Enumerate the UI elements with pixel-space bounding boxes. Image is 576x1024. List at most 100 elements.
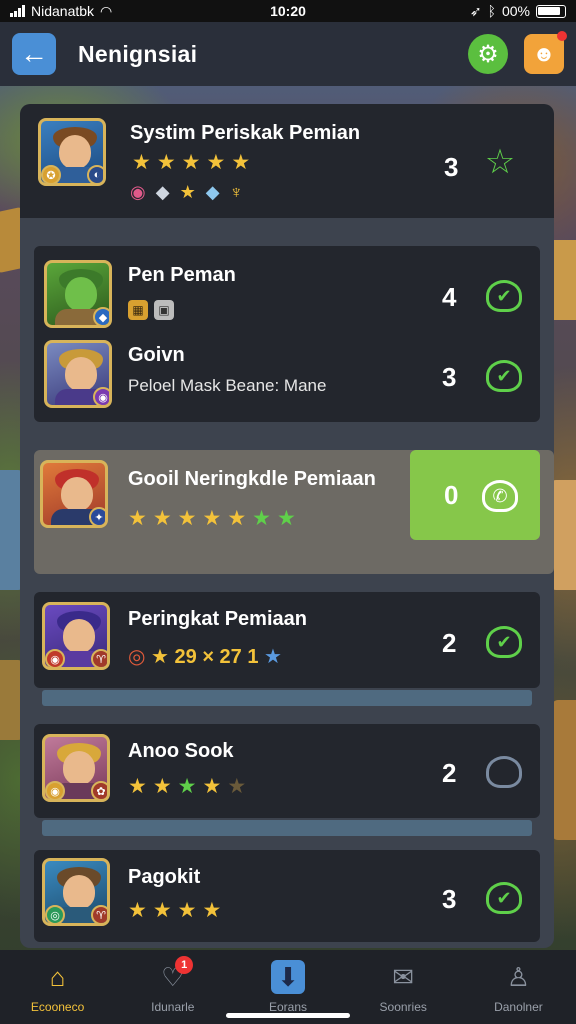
battery-percent: 00% [501, 3, 530, 19]
star-icon: ★ [231, 151, 251, 174]
star-icon: ★ [132, 151, 151, 174]
leaderboard-row[interactable]: ◉ ✿ Anoo Sook ★ ★ ★ ★ ★ 2 [34, 724, 540, 818]
status-bar: Nidanatbk ◠ 10:20 ➶ ᛒ 00% [0, 0, 576, 22]
player-avatar: ◉ ✿ [42, 734, 110, 802]
star-rating: ★ ★ ★ ★ ★ ★ ★ [128, 508, 296, 529]
star-icon: ★ [177, 507, 197, 530]
rank-count: 2 [442, 628, 457, 658]
carrier-name: Nidanatbk [31, 3, 95, 19]
rank-count: 0 [444, 480, 459, 510]
rank-count: 2 [442, 758, 457, 788]
settings-button[interactable]: ⚙ [468, 34, 508, 74]
nav-label: Idunarle [151, 1000, 195, 1014]
profile-icon: ☻ [532, 41, 556, 66]
gem-row: ◉ ◆ ★ ◆ ♆ [130, 182, 243, 203]
home-icon: ⌂ [49, 961, 66, 992]
star-icon: ★ [177, 775, 197, 798]
star-icon: ★ [276, 507, 296, 530]
star-icon: ★ [227, 775, 247, 798]
star-icon: ★ [128, 507, 147, 530]
player-avatar: ◉ ♈ [42, 602, 110, 670]
player-name: Pen Pеman [128, 264, 236, 286]
notification-badge: 1 [175, 956, 194, 974]
player-avatar: ◉ [44, 340, 112, 408]
leaderboard-row[interactable]: ◎ ♈ Pagokit ★ ★ ★ ★ 3 ✔ [34, 850, 540, 942]
home-indicator[interactable] [226, 1013, 350, 1018]
star-rating: ★ ★ ★ ★ ★ [132, 152, 250, 173]
player-name: Systim Periskak Pemian [130, 122, 361, 144]
star-icon: ★ [202, 899, 222, 922]
back-button[interactable]: ← [12, 33, 56, 75]
rank-count: 3 [442, 884, 457, 914]
gem-icon: ◉ [130, 182, 146, 202]
divider [42, 820, 532, 836]
check-heart-icon[interactable]: ✔ [486, 360, 522, 392]
nav-label: Danolner [494, 1000, 543, 1014]
location-icon: ➶ [469, 2, 482, 19]
star-icon: ★ [202, 507, 222, 530]
player-name: Pagokit [128, 866, 201, 888]
leaderboard-row[interactable]: ◆ Pen Pеman ▦ ▣ 4 ✔ [34, 246, 540, 334]
heart-outline-icon[interactable] [486, 756, 522, 788]
nav-label: Eorans [268, 1000, 308, 1014]
star-icon: ★ [227, 507, 247, 530]
player-name: Peringkat Pemiaan [128, 608, 307, 630]
user-icon: ♙ [506, 961, 531, 992]
nav-item-chat[interactable]: ♡ 1 Idunarle [115, 950, 230, 1024]
leaderboard-row[interactable]: ◉ ♈ Peringkat Pemiaan ◎ ★ 29 × 27 1 ★ 2 … [34, 592, 540, 688]
app-header: ← Nenignsiai ⚙ ☻ [0, 22, 576, 86]
star-icon: ★ [152, 507, 172, 530]
leaderboard-row[interactable]: ✪ ◐ Systim Periskak Pemian ★ ★ ★ ★ ★ ◉ ◆… [20, 104, 554, 218]
nav-item-home[interactable]: ⌂ Ecooneco [0, 950, 115, 1024]
chat-bubble-icon[interactable]: ✆ [482, 480, 518, 512]
star-rating: ★ ★ ★ ★ [128, 900, 221, 921]
star-icon: ★ [181, 151, 201, 174]
check-heart-icon[interactable]: ✔ [486, 280, 522, 312]
back-arrow-icon: ← [20, 38, 48, 69]
rank-count: 4 [442, 282, 457, 312]
gem-icon: ◆ [155, 182, 170, 202]
star-outline-icon[interactable]: ☆ [482, 143, 518, 181]
status-time: 10:20 [270, 3, 306, 19]
star-icon: ★ [156, 151, 176, 174]
player-avatar: ✦ [40, 460, 108, 528]
star-icon: ★ [128, 775, 147, 798]
rating-value: 29 × 27 1 [174, 646, 259, 668]
player-avatar: ✪ ◐ [38, 118, 106, 186]
profile-button[interactable]: ☻ [524, 31, 567, 74]
item-icon: ▦ [128, 300, 148, 320]
player-avatar: ◆ [44, 260, 112, 328]
rank-count: 3 [444, 152, 459, 182]
wifi-icon: ◠ [100, 2, 113, 19]
highlight-score-box[interactable]: 0 ✆ [410, 450, 540, 540]
star-icon: ★ [252, 507, 271, 530]
gem-icon: ♆ [229, 182, 244, 202]
star-icon: ★ [151, 646, 169, 668]
nav-label: Ecooneco [30, 1000, 85, 1014]
rating-icon: ◎ [128, 646, 146, 668]
check-heart-icon[interactable]: ✔ [486, 882, 522, 914]
page-title: Nenignsiai [78, 40, 198, 67]
star-icon: ★ [177, 899, 197, 922]
leaderboard-row-highlighted[interactable]: ✦ Gooil Neringkdle Pemiaan ★ ★ ★ ★ ★ ★ ★… [34, 450, 554, 574]
star-icon: ★ [202, 775, 222, 798]
divider [42, 690, 532, 706]
nav-label: Soonries [379, 1000, 427, 1014]
star-icon: ★ [128, 899, 147, 922]
nav-item-user[interactable]: ♙ Danolner [461, 950, 576, 1024]
rank-count: 3 [442, 362, 457, 392]
star-rating: ★ ★ ★ ★ ★ [128, 776, 246, 797]
star-icon: ★ [264, 646, 282, 668]
player-subtext: Peloel Mask Beane: Mane [128, 376, 327, 395]
nav-item-mail[interactable]: ✉ Soonries [346, 950, 461, 1024]
gem-icon: ★ [179, 182, 196, 202]
download-icon: ⬇ [271, 960, 305, 994]
leaderboard-row[interactable]: ◉ Goivn Peloel Mask Beane: Mane 3 ✔ [34, 334, 540, 422]
item-icons: ▦ ▣ [128, 300, 174, 320]
gem-icon: ◆ [205, 182, 220, 202]
check-heart-icon[interactable]: ✔ [486, 626, 522, 658]
leaderboard-group: ◆ Pen Pеman ▦ ▣ 4 ✔ ◉ Goivn Peloel Mask … [34, 246, 540, 422]
player-avatar: ◎ ♈ [42, 858, 110, 926]
gear-icon: ⚙ [477, 40, 499, 68]
player-name: Goivn [128, 344, 185, 366]
